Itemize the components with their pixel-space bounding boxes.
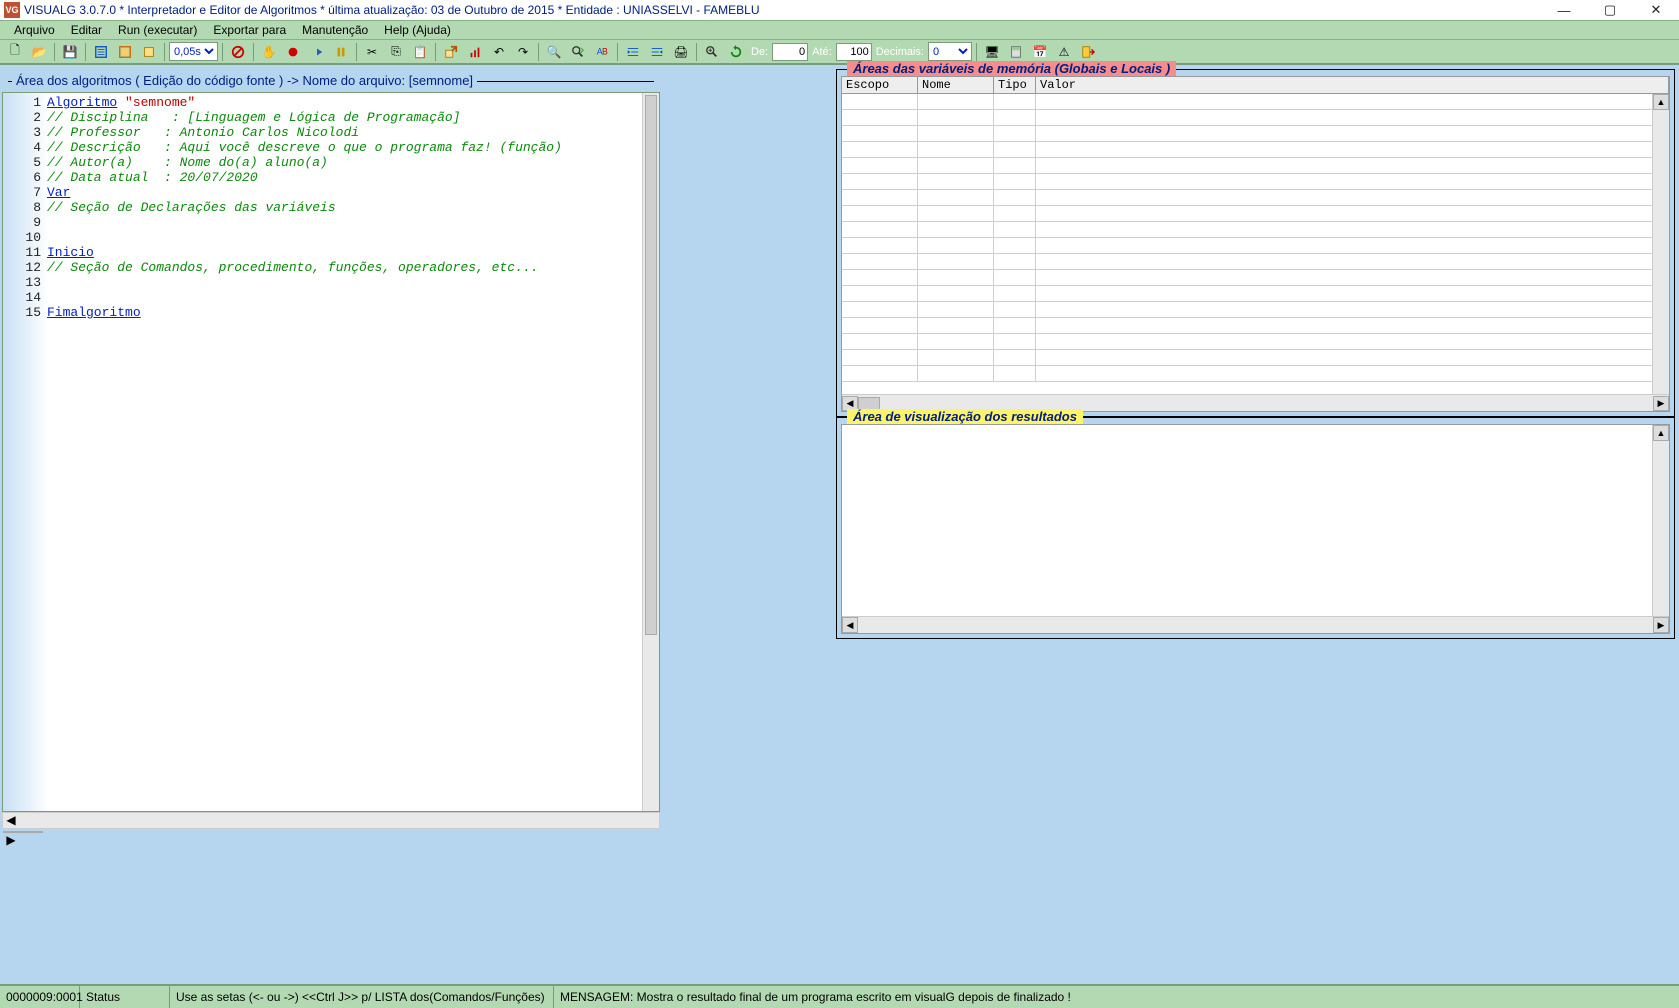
code-editor[interactable]: 1Algoritmo "semnome" 2// Disciplina : [L… <box>2 92 660 812</box>
copy-icon[interactable]: ⎘ <box>385 42 407 62</box>
ate-label: Até: <box>810 46 834 58</box>
export-icon[interactable] <box>440 42 462 62</box>
output-hscrollbar[interactable]: ◀ ▶ <box>842 616 1669 633</box>
chart-icon[interactable] <box>464 42 486 62</box>
vars-grid[interactable]: Escopo Nome Tipo Valor ▲ <box>841 76 1670 412</box>
menu-editar[interactable]: Editar <box>63 21 110 39</box>
col-tipo[interactable]: Tipo <box>994 77 1036 93</box>
table-row <box>842 366 1669 382</box>
paste-icon[interactable]: 📋 <box>409 42 431 62</box>
table-row <box>842 302 1669 318</box>
indent-icon[interactable] <box>622 42 644 62</box>
maximize-button[interactable]: ▢ <box>1587 0 1633 20</box>
open-file-icon[interactable]: 📂 <box>28 42 50 62</box>
table-row <box>842 94 1669 110</box>
vars-frame: Áreas das variáveis de memória (Globais … <box>836 69 1675 417</box>
calendar-icon[interactable]: 📅 <box>1029 42 1051 62</box>
decimais-combo[interactable]: 0 <box>928 42 972 61</box>
table-row <box>842 190 1669 206</box>
find-next-icon[interactable] <box>567 42 589 62</box>
table-row <box>842 238 1669 254</box>
save-icon[interactable]: 💾 <box>59 42 81 62</box>
de-input[interactable] <box>772 43 808 61</box>
code-area-title: Área dos algoritmos ( Edição do código f… <box>12 73 477 88</box>
toolbar: 🗋 📂 💾 0,05s ✋ ✂ ⎘ 📋 ↶ ↷ 🔍 AB 🖨 De: Até: … <box>0 40 1679 64</box>
table-row <box>842 222 1669 238</box>
table-row <box>842 206 1669 222</box>
replace-icon[interactable]: AB <box>591 42 613 62</box>
status-message: MENSAGEM: Mostra o resultado final de um… <box>554 986 1679 1008</box>
vars-panel-title: Áreas das variáveis de memória (Globais … <box>847 61 1176 76</box>
table-row <box>842 174 1669 190</box>
speed-combo[interactable]: 0,05s <box>169 42 218 61</box>
output-vscrollbar[interactable]: ▲ <box>1652 425 1669 616</box>
tool-icon-1[interactable] <box>90 42 112 62</box>
ate-input[interactable] <box>836 43 872 61</box>
cursor-position: 0000009:0001 <box>0 986 80 1008</box>
col-nome[interactable]: Nome <box>918 77 994 93</box>
titlebar: VG VISUALG 3.0.7.0 * Interpretador e Edi… <box>0 0 1679 20</box>
table-row <box>842 286 1669 302</box>
vars-vscrollbar[interactable]: ▲ <box>1652 94 1669 394</box>
warning-icon[interactable]: ⚠ <box>1053 42 1075 62</box>
find-icon[interactable]: 🔍 <box>543 42 565 62</box>
code-vscrollbar[interactable] <box>642 93 659 811</box>
col-valor[interactable]: Valor <box>1036 77 1669 93</box>
breakpoint-icon[interactable] <box>282 42 304 62</box>
table-row <box>842 142 1669 158</box>
status-hint: Use as setas (<- ou ->) <<Ctrl J>> p/ LI… <box>170 986 554 1008</box>
window-title: VISUALG 3.0.7.0 * Interpretador e Editor… <box>24 3 760 17</box>
hand-icon[interactable]: ✋ <box>258 42 280 62</box>
decimais-label: Decimais: <box>874 46 926 58</box>
table-row <box>842 334 1669 350</box>
code-hscrollbar[interactable]: ◀ ▶ <box>2 812 660 829</box>
main-area: Área dos algoritmos ( Edição do código f… <box>0 64 1679 984</box>
table-row <box>842 110 1669 126</box>
table-row <box>842 158 1669 174</box>
menu-run[interactable]: Run (executar) <box>110 21 205 39</box>
tool-icon-3[interactable] <box>138 42 160 62</box>
close-button[interactable]: ✕ <box>1633 0 1679 20</box>
step-icon[interactable] <box>306 42 328 62</box>
redo-icon[interactable]: ↷ <box>512 42 534 62</box>
menu-arquivo[interactable]: Arquivo <box>6 21 63 39</box>
stop-icon[interactable] <box>227 42 249 62</box>
outdent-icon[interactable] <box>646 42 668 62</box>
calculator-icon[interactable] <box>1005 42 1027 62</box>
output-area[interactable]: ▲ ◀ ▶ <box>841 424 1670 634</box>
pause-icon[interactable] <box>330 42 352 62</box>
minimize-button[interactable]: — <box>1541 0 1587 20</box>
de-label: De: <box>749 46 770 58</box>
statusbar: 0000009:0001 Status Use as setas (<- ou … <box>0 984 1679 1008</box>
tool-icon-2[interactable] <box>114 42 136 62</box>
print-icon[interactable]: 🖨 <box>670 42 692 62</box>
svg-text:B: B <box>602 46 608 56</box>
menu-exportar[interactable]: Exportar para <box>205 21 294 39</box>
menu-help[interactable]: Help (Ajuda) <box>376 21 459 39</box>
table-row <box>842 254 1669 270</box>
output-panel-title: Área de visualização dos resultados <box>847 409 1083 424</box>
table-row <box>842 270 1669 286</box>
app-icon: VG <box>4 2 20 18</box>
output-frame: Área de visualização dos resultados ▲ ◀ … <box>836 417 1675 639</box>
reset-icon[interactable] <box>725 42 747 62</box>
cut-icon[interactable]: ✂ <box>361 42 383 62</box>
new-file-icon[interactable]: 🗋 <box>4 42 26 62</box>
menubar: Arquivo Editar Run (executar) Exportar p… <box>0 20 1679 40</box>
undo-icon[interactable]: ↶ <box>488 42 510 62</box>
table-row <box>842 350 1669 366</box>
monitor-icon[interactable]: 🖥 <box>981 42 1003 62</box>
table-row <box>842 318 1669 334</box>
menu-manutencao[interactable]: Manutenção <box>294 21 376 39</box>
exit-icon[interactable] <box>1077 42 1099 62</box>
zoom-icon[interactable] <box>701 42 723 62</box>
col-escopo[interactable]: Escopo <box>842 77 918 93</box>
code-area-frame: Área dos algoritmos ( Edição do código f… <box>8 73 654 88</box>
table-row <box>842 126 1669 142</box>
status-label: Status <box>80 986 170 1008</box>
